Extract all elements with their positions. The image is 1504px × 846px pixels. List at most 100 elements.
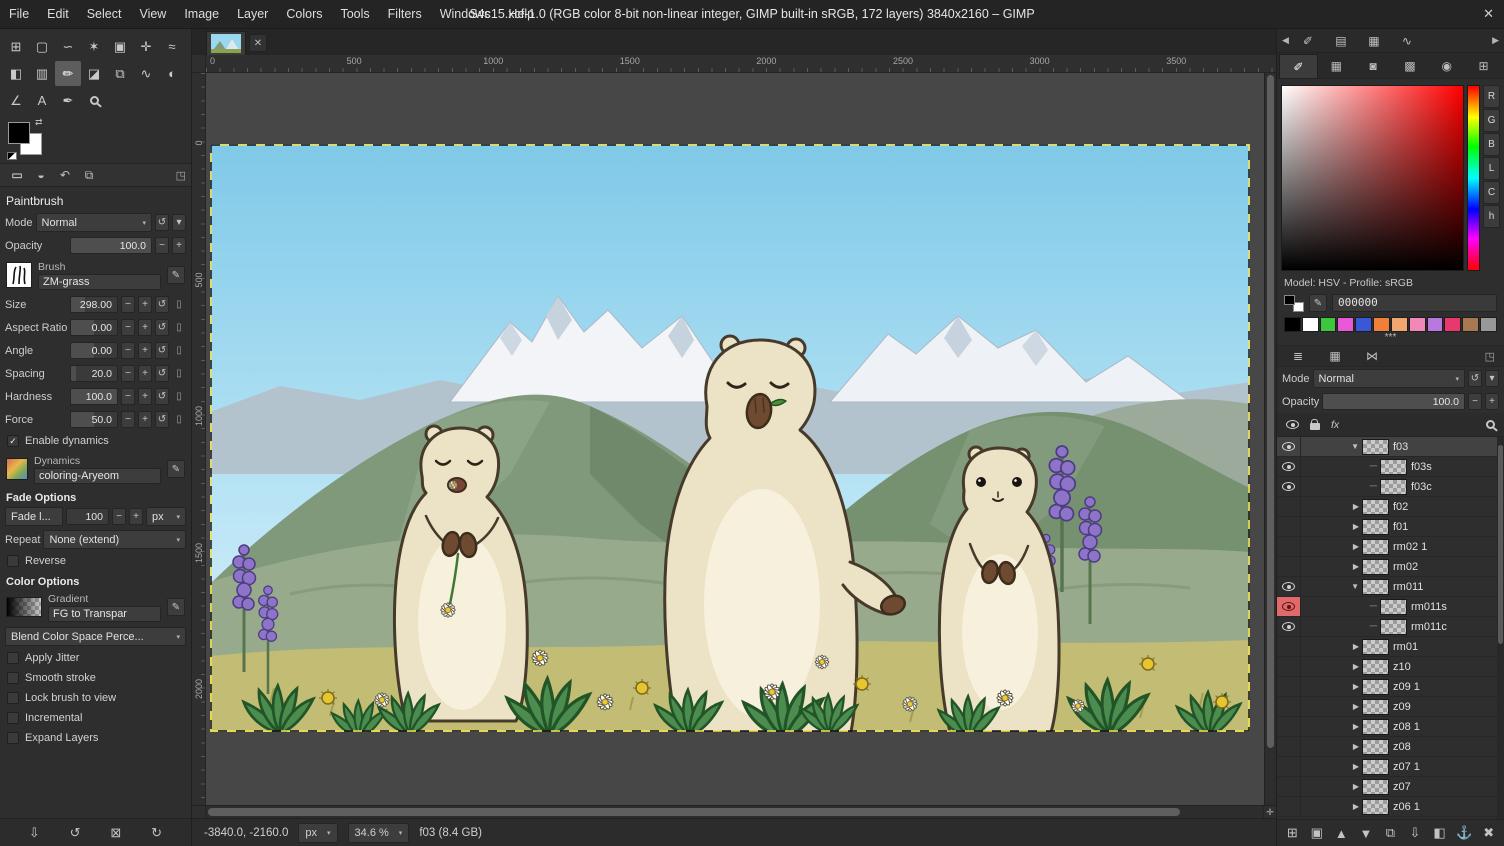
- layer-row-z09-1[interactable]: ▶z09 1: [1277, 677, 1504, 697]
- size-reset-button[interactable]: ↺: [155, 296, 169, 313]
- palette-swatch[interactable]: [1284, 317, 1301, 332]
- menu-select[interactable]: Select: [78, 0, 131, 28]
- toggle-lock-brush-to-view[interactable]: Lock brush to view: [0, 688, 191, 708]
- expander-closed-icon[interactable]: ▶: [1353, 702, 1359, 711]
- crop-tool[interactable]: ▣: [107, 34, 133, 59]
- zoom-tool[interactable]: [81, 88, 107, 113]
- list-view-icon[interactable]: ≣: [1286, 349, 1310, 363]
- toggle-expand-layers[interactable]: Expand Layers: [0, 728, 191, 748]
- aspect-ratio-reset-button[interactable]: ↺: [155, 319, 169, 336]
- layer-list-scrollbar[interactable]: [1497, 437, 1504, 819]
- anchor-layer-button[interactable]: ⚓: [1453, 825, 1475, 841]
- visibility-toggle[interactable]: [1277, 557, 1301, 576]
- force-reset-button[interactable]: ↺: [155, 411, 169, 428]
- measure-tool[interactable]: ∠: [3, 88, 29, 113]
- add-layer-mask-button[interactable]: ◧: [1429, 825, 1451, 841]
- alignment-tool[interactable]: ⊞: [3, 34, 29, 59]
- configure-tab-icon[interactable]: ✐: [1296, 34, 1320, 48]
- hex-color-input[interactable]: 000000: [1332, 294, 1497, 312]
- horizontal-scrollbar[interactable]: [206, 806, 1263, 818]
- hue-strip[interactable]: [1467, 85, 1480, 271]
- patterns-tab[interactable]: ▩: [1391, 54, 1428, 78]
- visibility-toggle[interactable]: [1277, 477, 1301, 496]
- swap-colors-icon[interactable]: ⇄: [35, 117, 43, 128]
- expander-closed-icon[interactable]: ▶: [1353, 642, 1359, 651]
- unified-transform-tool[interactable]: ✛: [133, 34, 159, 59]
- expander-closed-icon[interactable]: ▶: [1353, 502, 1359, 511]
- visibility-toggle[interactable]: [1277, 737, 1301, 756]
- enable-dynamics-toggle[interactable]: ✓ Enable dynamics: [0, 431, 191, 451]
- expander-closed-icon[interactable]: ▶: [1353, 742, 1359, 751]
- palette-swatch[interactable]: [1444, 317, 1461, 332]
- blend-color-space-dropdown[interactable]: Blend Color Space Perce... ▾: [5, 627, 186, 646]
- ink-tool[interactable]: ✒: [55, 88, 81, 113]
- lower-layer-button[interactable]: ▼: [1355, 826, 1377, 841]
- dock-scroll-left-icon[interactable]: ◀: [1282, 35, 1289, 46]
- layer-row-f01[interactable]: ▶f01: [1277, 517, 1504, 537]
- document-history-tab[interactable]: ⊞: [1465, 54, 1502, 78]
- brush-thumbnail[interactable]: [6, 262, 32, 288]
- visibility-toggle[interactable]: [1277, 797, 1301, 816]
- palette-swatch[interactable]: [1391, 317, 1408, 332]
- hardness-reset-button[interactable]: ↺: [155, 388, 169, 405]
- canvas-viewport[interactable]: [206, 73, 1264, 805]
- free-select-tool[interactable]: ∽: [55, 34, 81, 59]
- toggle-smooth-stroke[interactable]: Smooth stroke: [0, 668, 191, 688]
- expander-closed-icon[interactable]: ▶: [1353, 562, 1359, 571]
- mini-foreground-swatch[interactable]: [1284, 295, 1295, 305]
- menu-tools[interactable]: Tools: [331, 0, 378, 28]
- layer-mode-dropdown[interactable]: Normal ▾: [1313, 369, 1465, 388]
- opacity-slider[interactable]: 100.0: [70, 237, 152, 254]
- visibility-toggle[interactable]: [1277, 657, 1301, 676]
- edit-gradient-icon[interactable]: ✎: [167, 598, 185, 616]
- layer-opacity-increase-button[interactable]: +: [1485, 393, 1499, 410]
- bucket-fill-tool[interactable]: ◧: [3, 61, 29, 86]
- color-picker-icon[interactable]: ✎: [1309, 294, 1327, 312]
- vertical-scrollbar[interactable]: [1264, 73, 1276, 805]
- menu-image[interactable]: Image: [175, 0, 228, 28]
- tool-options-tab[interactable]: ▭: [5, 168, 29, 183]
- palette-swatch[interactable]: [1409, 317, 1426, 332]
- fg-bg-colors[interactable]: ⇄: [8, 120, 54, 158]
- warp-transform-tool[interactable]: ≈: [159, 34, 185, 59]
- duplicate-layer-button[interactable]: ⧉: [1379, 825, 1401, 841]
- dock-menu-icon[interactable]: ◳: [176, 169, 186, 182]
- eraser-tool[interactable]: ◪: [81, 61, 107, 86]
- channel-G-button[interactable]: G: [1483, 109, 1500, 132]
- hardness-link-toggle[interactable]: ▯: [172, 388, 186, 405]
- ruler-corner-button[interactable]: [192, 55, 206, 73]
- expander-open-icon[interactable]: ▼: [1351, 582, 1359, 591]
- opacity-increase-button[interactable]: +: [172, 237, 186, 254]
- device-status-tab[interactable]: ◒: [29, 168, 53, 183]
- spacing-reset-button[interactable]: ↺: [155, 365, 169, 382]
- angle-link-toggle[interactable]: ▯: [172, 342, 186, 359]
- layer-row-rm02-1[interactable]: ▶rm02 1: [1277, 537, 1504, 557]
- layer-row-z10[interactable]: ▶z10: [1277, 657, 1504, 677]
- search-layers-icon[interactable]: [1486, 420, 1495, 429]
- menu-layer[interactable]: Layer: [228, 0, 277, 28]
- size-link-toggle[interactable]: ▯: [172, 296, 186, 313]
- delete-tool-preset-button[interactable]: ⊠: [105, 825, 127, 841]
- expander-closed-icon[interactable]: ▶: [1353, 762, 1359, 771]
- smudge-tool[interactable]: ∿: [133, 61, 159, 86]
- visibility-toggle[interactable]: [1277, 757, 1301, 776]
- dock-scroll-right-icon[interactable]: ▶: [1492, 35, 1499, 46]
- spacing-decrease-button[interactable]: −: [121, 365, 135, 382]
- aspect-ratio-increase-button[interactable]: +: [138, 319, 152, 336]
- gradient-value[interactable]: FG to Transpar: [48, 606, 161, 622]
- rectangle-select-tool[interactable]: ▢: [29, 34, 55, 59]
- layer-row-rm02[interactable]: ▶rm02: [1277, 557, 1504, 577]
- palette-swatch[interactable]: [1302, 317, 1319, 332]
- expander-closed-icon[interactable]: ▶: [1353, 782, 1359, 791]
- spacing-slider[interactable]: 20.0: [70, 365, 118, 382]
- paths-dockable-icon[interactable]: ∿: [1395, 34, 1419, 48]
- fade-length-label-box[interactable]: Fade l...: [5, 507, 63, 526]
- menu-filters[interactable]: Filters: [379, 0, 431, 28]
- visibility-toggle[interactable]: [1277, 717, 1301, 736]
- visibility-toggle[interactable]: [1277, 437, 1301, 456]
- brush-value[interactable]: ZM-grass: [38, 274, 161, 290]
- images-tab[interactable]: ⧉: [77, 168, 101, 183]
- undo-history-tab[interactable]: ↶: [53, 168, 77, 183]
- visibility-toggle[interactable]: [1277, 697, 1301, 716]
- layers-dockable-icon[interactable]: ▤: [1329, 34, 1353, 48]
